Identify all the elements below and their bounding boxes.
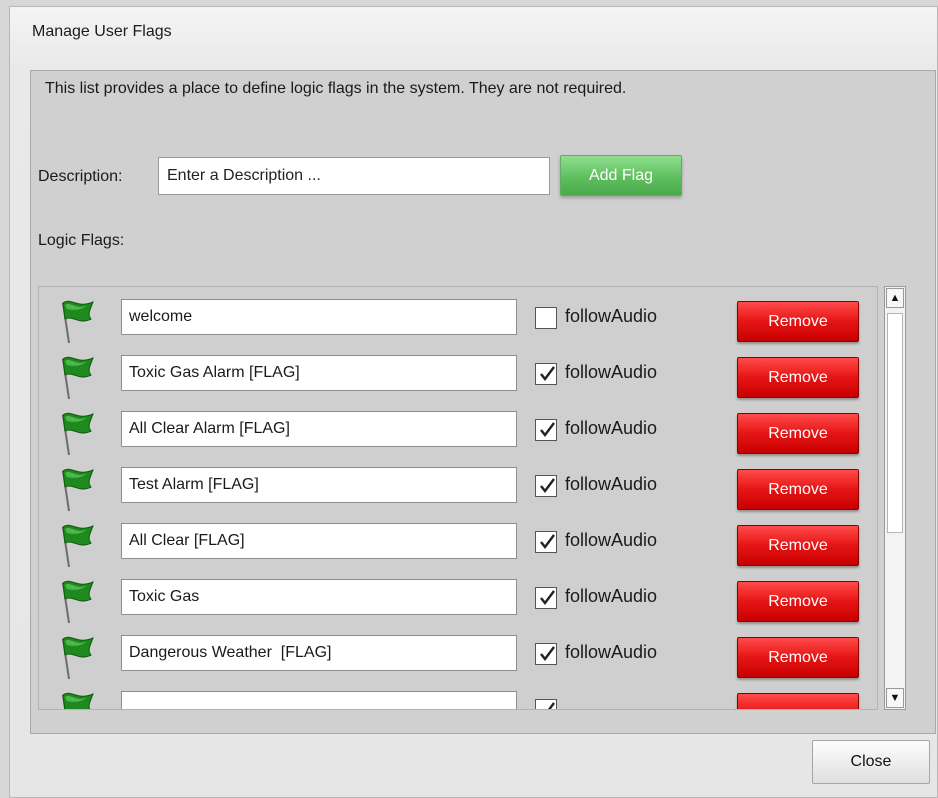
flag-row: followAudio Remove [39,347,877,403]
green-flag-icon [57,633,97,681]
follow-audio-label: followAudio [565,306,658,326]
follow-audio-label: followAudio [565,418,658,438]
follow-audio-checkbox[interactable] [535,643,557,665]
green-flag-icon [57,409,97,457]
flag-row: followAudio Remove [39,627,877,683]
follow-audio-label: followAudio [565,530,658,550]
green-flag-icon [57,465,97,513]
close-button[interactable]: Close [812,740,930,784]
green-flag-icon [57,353,97,401]
flag-row: followAudio Remove [39,571,877,627]
green-flag-icon [57,521,97,569]
green-flag-icon [57,297,97,345]
flag-row: followAudio Remove [39,291,877,347]
follow-audio-checkbox[interactable] [535,419,557,441]
follow-audio-label: followAudio [565,362,658,382]
remove-flag-button[interactable]: Remove [737,525,859,566]
follow-audio-checkbox[interactable] [535,307,557,329]
green-flag-icon [57,689,97,709]
remove-flag-button[interactable]: Remove [737,469,859,510]
flag-name-input[interactable] [121,523,517,559]
info-text: This list provides a place to define log… [45,80,627,97]
remove-flag-button[interactable] [737,693,859,709]
follow-audio-checkbox[interactable] [535,475,557,497]
remove-flag-button[interactable]: Remove [737,637,859,678]
flag-name-input[interactable] [121,299,517,335]
scroll-down-icon[interactable]: ▼ [886,688,904,708]
description-label: Description: [38,168,123,185]
remove-flag-button[interactable]: Remove [737,357,859,398]
flag-row: followAudio Remove [39,403,877,459]
logic-flags-label: Logic Flags: [38,232,125,249]
dialog-title: Manage User Flags [32,23,172,40]
follow-audio-label: followAudio [565,586,658,606]
flag-row [39,683,877,709]
description-input[interactable] [158,157,550,195]
flag-row: followAudio Remove [39,459,877,515]
add-flag-button[interactable]: Add Flag [560,155,682,196]
follow-audio-checkbox[interactable] [535,363,557,385]
scroll-up-icon[interactable]: ▲ [886,288,904,308]
follow-audio-checkbox[interactable] [535,531,557,553]
remove-flag-button[interactable]: Remove [737,301,859,342]
flag-name-input[interactable] [121,635,517,671]
flag-row: followAudio Remove [39,515,877,571]
scroll-thumb[interactable] [887,313,903,533]
flag-name-input[interactable] [121,579,517,615]
flag-name-input[interactable] [121,355,517,391]
follow-audio-checkbox[interactable] [535,699,557,709]
flag-name-input[interactable] [121,691,517,709]
logic-flags-list[interactable]: followAudioRemovefollowAudioRemovefollow… [38,286,878,710]
flag-name-input[interactable] [121,467,517,503]
remove-flag-button[interactable]: Remove [737,413,859,454]
follow-audio-label: followAudio [565,642,658,662]
remove-flag-button[interactable]: Remove [737,581,859,622]
green-flag-icon [57,577,97,625]
flag-name-input[interactable] [121,411,517,447]
follow-audio-label: followAudio [565,474,658,494]
list-scrollbar[interactable]: ▲ ▼ [884,286,906,710]
follow-audio-checkbox[interactable] [535,587,557,609]
